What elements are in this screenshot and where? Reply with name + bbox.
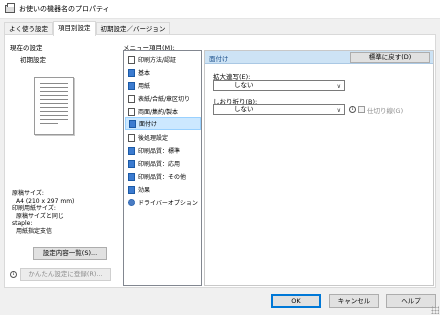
enlarge-select[interactable]: しない ∨: [213, 80, 345, 91]
menu-item-quality-advanced[interactable]: 印刷品質：応用: [125, 157, 201, 170]
fold-line-checkbox[interactable]: [358, 106, 365, 113]
menu-item-finishing[interactable]: 後処理設定: [125, 131, 201, 144]
menu-item-label: 基本: [138, 70, 151, 77]
chevron-down-icon: ∨: [336, 83, 341, 90]
gear-icon: [128, 199, 135, 206]
restore-default-button[interactable]: 標準に戻す(D): [350, 52, 430, 63]
paper-size-label: 印刷用紙サイズ:: [12, 205, 56, 212]
resize-grip-icon[interactable]: [431, 306, 439, 314]
menu-item-label: 印刷品質：標準: [138, 148, 181, 155]
menu-list[interactable]: 印刷方法/認証 基本 用紙 表紙/合紙/章区切り 両面/集約/製本 面付け 後処…: [123, 50, 202, 286]
fold-line-label: 仕切り線(G): [367, 107, 404, 115]
cancel-button[interactable]: キャンセル: [329, 294, 379, 308]
page-preview: [34, 77, 74, 135]
fold-select[interactable]: しない ∨: [213, 104, 345, 115]
tray-value: 用紙指定支信: [16, 227, 53, 235]
menu-item-label: 後処理設定: [138, 135, 169, 142]
chevron-down-icon: ∨: [336, 107, 341, 114]
current-settings-label: 現在の設定: [10, 44, 43, 52]
finishing-icon: [128, 133, 135, 142]
print-method-icon: [128, 55, 135, 64]
duplex-icon: [128, 107, 135, 116]
info-icon: i: [349, 106, 356, 113]
quality-advanced-icon: [128, 159, 135, 168]
menu-item-label: 面付け: [139, 121, 158, 128]
menu-item-label: 印刷品質：その他: [138, 174, 187, 181]
preset-name: 初期設定: [20, 56, 46, 64]
info-icon: i: [10, 271, 17, 278]
menu-item-paper[interactable]: 用紙: [125, 79, 201, 92]
paper-icon: [128, 81, 135, 90]
panel-title: 面付け: [209, 55, 229, 63]
menu-item-effects[interactable]: 効果: [125, 183, 201, 196]
menu-item-imposition[interactable]: 面付け: [125, 117, 201, 130]
menu-item-driver-options[interactable]: ドライバーオプション: [125, 196, 201, 209]
cover-icon: [128, 94, 135, 103]
menu-item-label: 用紙: [138, 83, 151, 90]
menu-item-quality-other[interactable]: 印刷品質：その他: [125, 170, 201, 183]
window-title: お使いの機器名のプロパティ: [19, 5, 110, 13]
register-easy-setting-button[interactable]: かんたん設定に登録(R)...: [20, 268, 111, 281]
tray-label: staple:: [12, 220, 33, 227]
effects-icon: [128, 185, 135, 194]
menu-item-print-method[interactable]: 印刷方法/認証: [125, 53, 201, 66]
tab-detailed-settings[interactable]: 項目別設定: [53, 21, 96, 36]
menu-item-label: 印刷方法/認証: [138, 57, 177, 64]
quality-standard-icon: [128, 146, 135, 155]
settings-summary: 原稿サイズ: A4 (210 x 297 mm) 印刷用紙サイズ: 原稿サイズと…: [12, 190, 74, 235]
menu-item-label: 効果: [138, 187, 151, 194]
menu-item-cover[interactable]: 表紙/合紙/章区切り: [125, 92, 201, 105]
original-size-value: A4 (210 x 297 mm): [16, 197, 75, 205]
fold-select-value: しない: [234, 105, 254, 113]
settings-list-button[interactable]: 設定内容一覧(S)...: [33, 247, 107, 260]
ok-button[interactable]: OK: [271, 294, 321, 308]
imposition-icon: [129, 119, 136, 128]
paper-size-value: 原稿サイズと同じ: [16, 212, 64, 220]
printer-icon: [5, 3, 15, 13]
menu-item-label: 両面/集約/製本: [138, 109, 179, 116]
title-bar: お使いの機器名のプロパティ: [0, 0, 440, 19]
basic-icon: [128, 68, 135, 77]
menu-item-basic[interactable]: 基本: [125, 66, 201, 79]
menu-item-label: ドライバーオプション: [138, 200, 198, 207]
menu-item-label: 表紙/合紙/章区切り: [138, 96, 191, 103]
menu-item-label: 印刷品質：応用: [138, 161, 181, 168]
enlarge-select-value: しない: [234, 81, 254, 89]
menu-item-quality-standard[interactable]: 印刷品質：標準: [125, 144, 201, 157]
original-size-label: 原稿サイズ:: [12, 190, 44, 197]
tab-strip: よく使う設定 項目別設定 初期設定／バージョン: [4, 21, 171, 36]
help-button[interactable]: ヘルプ: [386, 294, 436, 308]
quality-other-icon: [128, 172, 135, 181]
